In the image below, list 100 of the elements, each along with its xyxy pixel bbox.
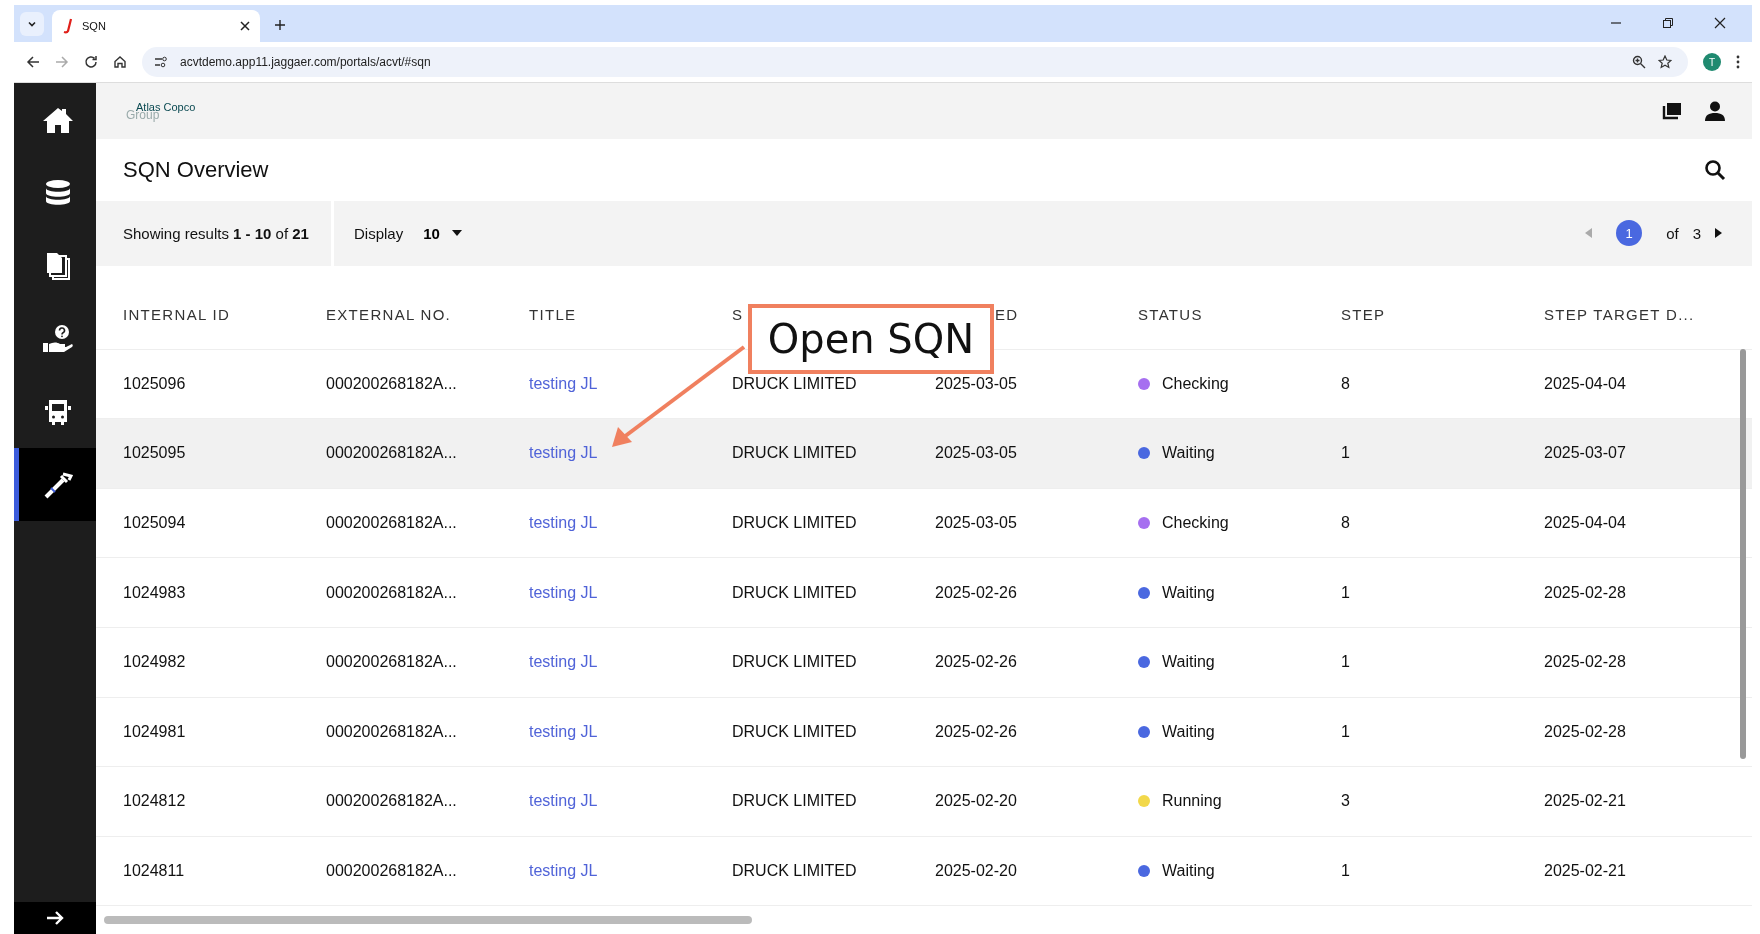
column-header[interactable]: ED [995,305,1019,323]
table-cell-text: 2025-02-21 [1544,862,1627,881]
title-link[interactable]: testing JL [529,444,598,463]
table-cell-text: 2025-02-20 [935,792,1018,811]
site-settings-icon[interactable] [154,56,168,68]
table-cell-text: 2025-03-07 [1544,444,1627,463]
page-title: SQN Overview [123,157,269,184]
title-link[interactable]: testing JL [529,583,598,602]
address-bar[interactable]: acvtdemo.app11.jaggaer.com/portals/acvt/#sqn [142,47,1688,77]
current-page[interactable]: 1 [1616,220,1643,247]
table-cell-text: 1024982 [123,653,187,672]
status-label: Checking [1162,514,1229,533]
table-cell-text: 000200268182A... [326,514,458,533]
table-cell-text: 2025-02-28 [1544,653,1627,672]
status-label: Running [1162,792,1222,811]
back-icon[interactable] [26,55,40,69]
table-cell-text: 1 [1341,653,1351,672]
table-cell-text: DRUCK LIMITED [732,862,858,881]
close-icon[interactable] [1714,17,1726,29]
display-label: Display [353,224,404,242]
table-cell-text: 1 [1341,722,1351,741]
display-dropdown[interactable]: 10 [417,224,468,242]
browser-tab[interactable]: SQN [52,10,260,42]
column-header[interactable]: S [732,305,744,323]
table-cell-text: 1024812 [123,792,187,811]
table-cell-text: 000200268182A... [326,722,458,741]
next-page-icon[interactable] [1715,228,1722,239]
status-label: Waiting [1162,722,1215,741]
column-header[interactable]: EXTERNAL NO. [326,305,452,323]
title-link[interactable]: testing JL [529,374,598,393]
title-link[interactable]: testing JL [529,792,598,811]
table-cell-text: 1025094 [123,514,187,533]
documents-icon [44,250,71,281]
results-count: Showing results 1 - 10 of 21 [123,224,309,242]
table-cell-text: DRUCK LIMITED [732,653,858,672]
status-label: Waiting [1162,862,1215,881]
status-label: Waiting [1162,653,1215,672]
search-icon[interactable] [1704,159,1726,182]
restore-icon[interactable] [1662,17,1674,29]
table-cell-text: 000200268182A... [326,653,458,672]
column-header[interactable]: STATUS [1138,305,1203,323]
caret-icon [451,230,462,237]
user-icon[interactable] [1704,101,1726,122]
more-icon[interactable] [1736,55,1740,69]
company-logo[interactable]: Atlas Copco Group [126,101,196,121]
tab-list-button[interactable] [20,12,44,36]
table-cell-text: 000200268182A... [326,792,458,811]
sidebar-item[interactable] [14,448,96,521]
title-link[interactable]: testing JL [529,722,598,741]
arrow-right-icon [46,910,64,926]
table-cell-text: 1024811 [123,862,186,881]
close-icon[interactable] [240,21,250,31]
callout-label: Open SQN [748,304,994,374]
table-cell-text: 1 [1341,444,1351,463]
table-cell-text: 3 [1341,792,1351,811]
column-header[interactable]: TITLE [529,305,577,323]
zoom-icon[interactable] [1632,55,1646,69]
title-link[interactable]: testing JL [529,653,598,672]
title-link[interactable]: testing JL [529,514,598,533]
column-header[interactable]: STEP [1341,305,1386,323]
table-cell-text: 1024981 [123,722,187,741]
truck-icon [43,397,72,426]
total-pages: 3 [1692,224,1701,242]
tab-title: SQN [82,20,107,32]
expand-sidebar-button[interactable] [14,902,96,934]
vertical-scrollbar[interactable] [1740,348,1746,759]
table-cell-text: 1 [1341,862,1351,881]
table-cell-text: 8 [1341,514,1351,533]
windows-icon[interactable] [1662,102,1682,121]
profile-avatar[interactable]: T [1703,53,1721,71]
table-cell-text: 2025-02-28 [1544,722,1627,741]
table-cell-text: DRUCK LIMITED [732,792,858,811]
star-icon[interactable] [1658,55,1672,69]
database-icon [44,178,71,207]
table-cell-text: 2025-03-05 [935,444,1018,463]
home-icon[interactable] [113,55,127,69]
table-cell-text: 8 [1341,374,1351,393]
table-cell-text: 2025-04-04 [1544,374,1627,393]
table-cell-text: 000200268182A... [326,374,458,393]
status-label: Waiting [1162,583,1215,602]
table-cell-text: DRUCK LIMITED [732,374,858,393]
horizontal-scrollbar[interactable] [104,916,752,925]
table-cell-text: DRUCK LIMITED [732,514,858,533]
new-tab-icon[interactable] [274,19,286,31]
table-cell-text: 2025-02-26 [935,583,1018,602]
table-cell-text: 000200268182A... [326,862,458,881]
page-of-label: of [1666,224,1679,242]
table-cell-text: 1025095 [123,444,187,463]
table-cell-text: 2025-03-05 [935,374,1018,393]
status-label: Waiting [1162,444,1215,463]
home-icon [41,105,74,134]
table-cell-text: 000200268182A... [326,583,458,602]
column-header[interactable]: INTERNAL ID [123,305,231,323]
column-header[interactable]: STEP TARGET D... [1544,305,1695,323]
table-cell-text: 1024983 [123,583,187,602]
title-link[interactable]: testing JL [529,862,598,881]
reload-icon[interactable] [84,55,98,69]
table-cell-text: DRUCK LIMITED [732,444,858,463]
table-cell-text: 1025096 [123,374,187,393]
table-cell-text: 2025-03-05 [935,514,1018,533]
